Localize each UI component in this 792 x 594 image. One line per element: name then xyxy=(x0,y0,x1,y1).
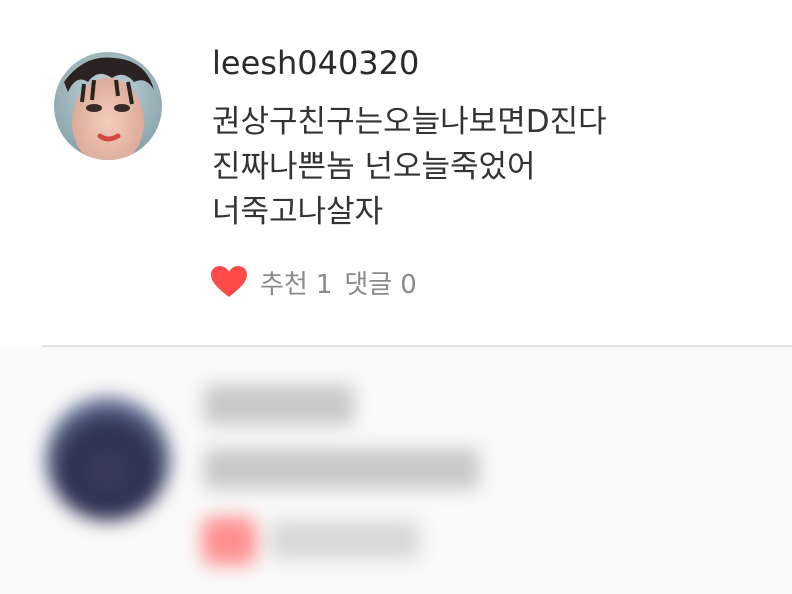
reply-button[interactable]: 댓글 0 xyxy=(344,264,416,301)
reply-label: 댓글 xyxy=(344,269,393,300)
reply-count: 0 xyxy=(400,269,417,300)
comment-text: 권상구친구는오늘나보면D진다 진짜나쁜놈 넌오늘죽었어 너죽고나살자 xyxy=(212,100,607,235)
blurred-comment-item xyxy=(0,347,792,594)
comment-line: 너죽고나살자 xyxy=(212,194,384,230)
blurred-actions xyxy=(270,521,420,559)
blurred-text xyxy=(204,449,479,489)
like-button[interactable]: 추천 1 xyxy=(210,264,344,301)
like-label: 추천 xyxy=(260,269,308,300)
user-avatar[interactable] xyxy=(54,52,162,160)
comment-actions: 추천 1 댓글 0 xyxy=(210,262,429,302)
avatar-photo-icon xyxy=(54,52,162,160)
like-count: 1 xyxy=(315,269,333,300)
blurred-avatar xyxy=(46,397,170,521)
blurred-heart-icon xyxy=(202,517,256,565)
blurred-content xyxy=(0,347,792,594)
heart-icon xyxy=(211,266,247,297)
blurred-username xyxy=(204,385,354,425)
comment-line: 진짜나쁜놈 넌오늘죽었어 xyxy=(212,149,536,185)
username[interactable]: leesh040320 xyxy=(212,40,419,86)
comment-line: 권상구친구는오늘나보면D진다 xyxy=(212,104,607,140)
like-count-label: 추천 1 xyxy=(260,264,332,301)
comment-list: leesh040320 권상구친구는오늘나보면D진다 진짜나쁜놈 넌오늘죽었어 … xyxy=(0,0,792,594)
